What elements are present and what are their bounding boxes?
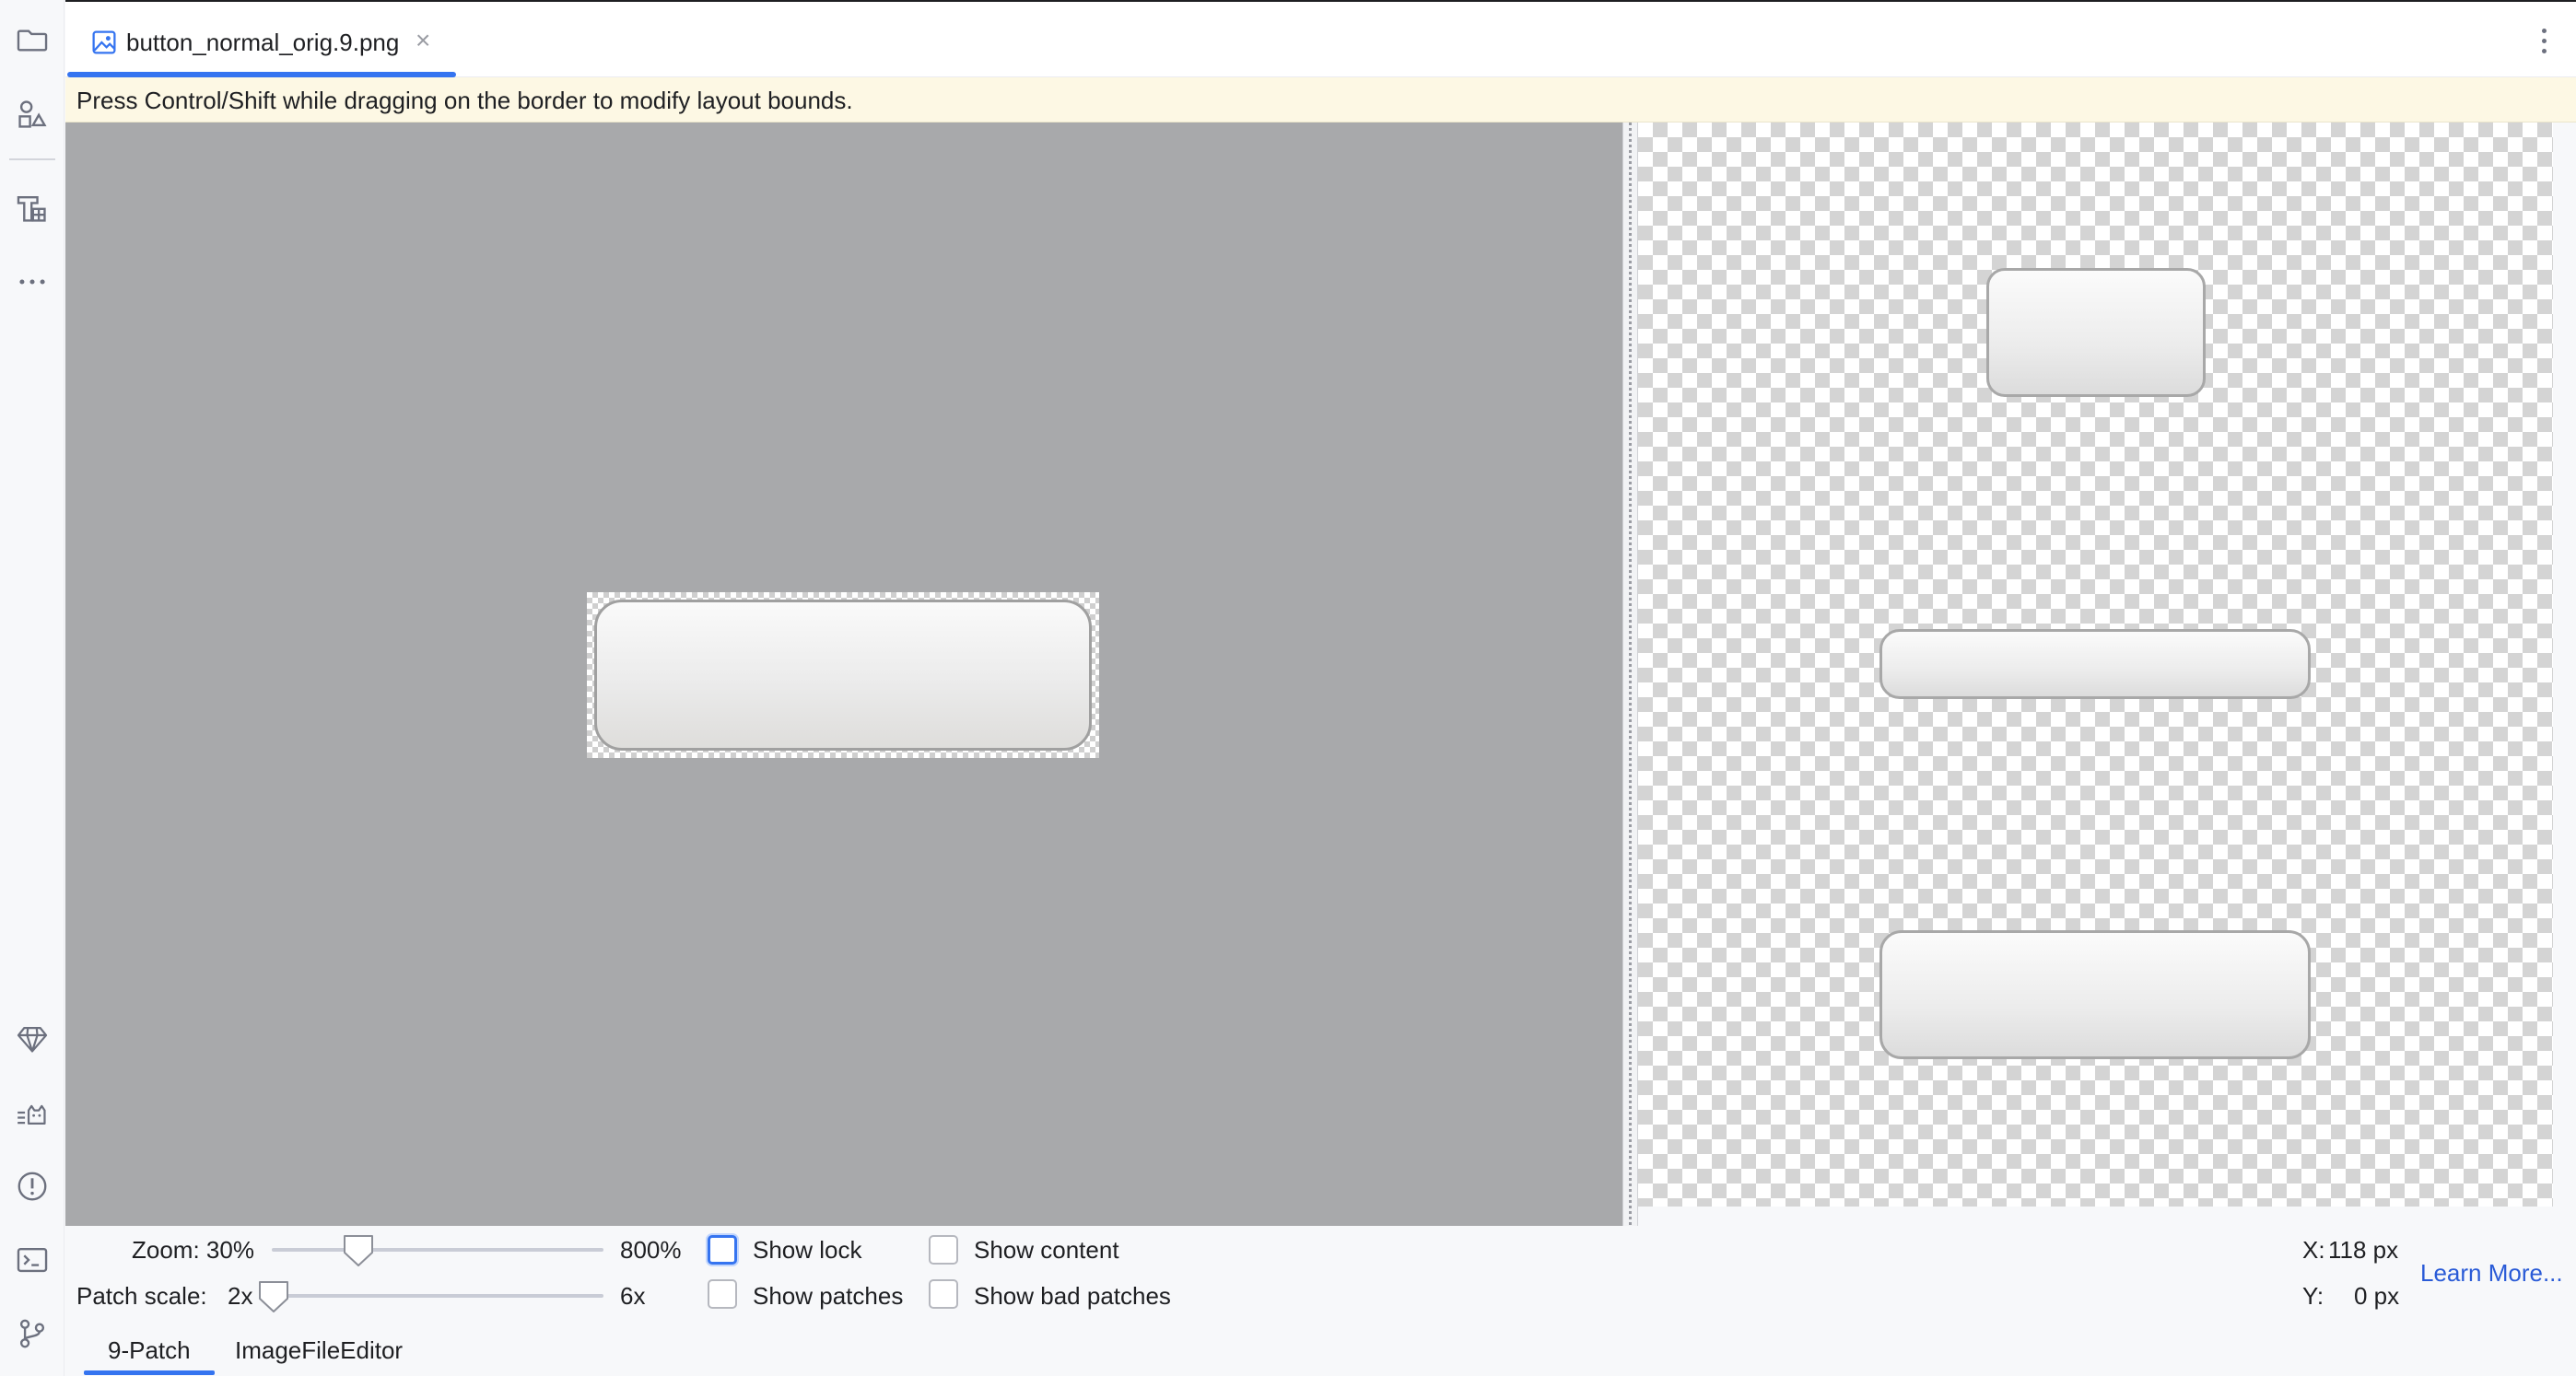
learn-more-link[interactable]: Learn More... <box>2420 1258 2563 1288</box>
show-bad-patches-checkbox[interactable] <box>929 1279 958 1309</box>
resource-manager-button[interactable] <box>8 184 56 232</box>
structure-button[interactable] <box>8 90 56 138</box>
more-icon <box>19 279 45 285</box>
zoom-max-label: 800% <box>620 1236 682 1264</box>
tab-image-file-editor-label: ImageFileEditor <box>235 1336 404 1364</box>
show-lock-label[interactable]: Show lock <box>753 1235 862 1265</box>
gem-tool-button[interactable] <box>8 1015 56 1063</box>
info-banner: Press Control/Shift while dragging on th… <box>65 77 2576 122</box>
patch-scale-min-label: 2x <box>228 1282 253 1310</box>
problems-icon <box>18 1172 47 1201</box>
tool-separator <box>9 158 55 160</box>
cat-icon <box>18 1104 46 1125</box>
editor-mode-tabs: 9-Patch ImageFileEditor <box>65 1327 2576 1376</box>
stretch-preview-panel <box>1638 122 2553 1207</box>
patch-scale-slider-thumb[interactable] <box>257 1279 290 1314</box>
problems-button[interactable] <box>8 1162 56 1210</box>
editor-tab-bar: button_normal_orig.9.png × <box>65 0 2576 77</box>
preview-horizontal-stretch <box>1879 629 2311 699</box>
tab-image-file-editor[interactable]: ImageFileEditor <box>235 1327 403 1373</box>
editor-tab-title: button_normal_orig.9.png <box>126 29 400 56</box>
preview-both-stretch <box>1879 930 2311 1059</box>
zoom-slider-thumb[interactable] <box>342 1233 375 1268</box>
git-branch-icon <box>19 1319 45 1348</box>
more-vertical-icon[interactable] <box>2539 26 2548 59</box>
editor-tab[interactable]: button_normal_orig.9.png × <box>65 2 456 77</box>
ninepatch-editor-canvas[interactable] <box>65 122 1622 1226</box>
shapes-icon <box>18 100 47 128</box>
x-coordinate-value: 118 px <box>2328 1236 2399 1264</box>
show-lock-checkbox[interactable] <box>708 1235 737 1265</box>
tab-9-patch-label: 9-Patch <box>108 1336 191 1364</box>
show-bad-patches-label[interactable]: Show bad patches <box>974 1281 1171 1311</box>
y-coordinate-value: 0 px <box>2354 1282 2400 1310</box>
patch-scale-slider[interactable] <box>272 1294 603 1298</box>
y-coordinate-label: Y: <box>2302 1282 2324 1310</box>
panel-splitter[interactable] <box>1622 122 1638 1226</box>
zoom-slider[interactable] <box>272 1248 603 1252</box>
show-content-checkbox[interactable] <box>929 1235 958 1265</box>
banner-text: Press Control/Shift while dragging on th… <box>76 87 853 114</box>
zoom-label: Zoom: 30% <box>132 1236 254 1264</box>
patch-scale-label: Patch scale: <box>76 1282 207 1310</box>
button-image <box>594 600 1092 751</box>
resource-manager-icon <box>17 195 46 222</box>
folder-icon <box>17 29 48 52</box>
tab-9-patch[interactable]: 9-Patch <box>84 1327 215 1375</box>
more-tools-button[interactable] <box>8 258 56 306</box>
ninepatch-image[interactable] <box>587 592 1099 758</box>
terminal-button[interactable] <box>8 1236 56 1284</box>
gem-icon <box>17 1027 48 1053</box>
close-icon[interactable]: × <box>416 26 430 55</box>
show-content-label[interactable]: Show content <box>974 1235 1119 1265</box>
logcat-button[interactable] <box>8 1089 56 1137</box>
project-folder-button[interactable] <box>8 17 56 64</box>
controls-bar: Zoom: 30% 800% Patch scale: 2x 6x Show l… <box>65 1226 2576 1327</box>
image-file-icon <box>92 30 116 54</box>
show-patches-checkbox[interactable] <box>708 1279 737 1309</box>
patch-scale-max-label: 6x <box>620 1282 646 1310</box>
version-control-button[interactable] <box>8 1310 56 1358</box>
show-patches-label[interactable]: Show patches <box>753 1281 903 1311</box>
preview-vertical-stretch <box>1986 268 2206 397</box>
tool-window-strip <box>0 0 64 1376</box>
terminal-icon <box>17 1247 48 1273</box>
x-coordinate-label: X: <box>2302 1236 2325 1264</box>
